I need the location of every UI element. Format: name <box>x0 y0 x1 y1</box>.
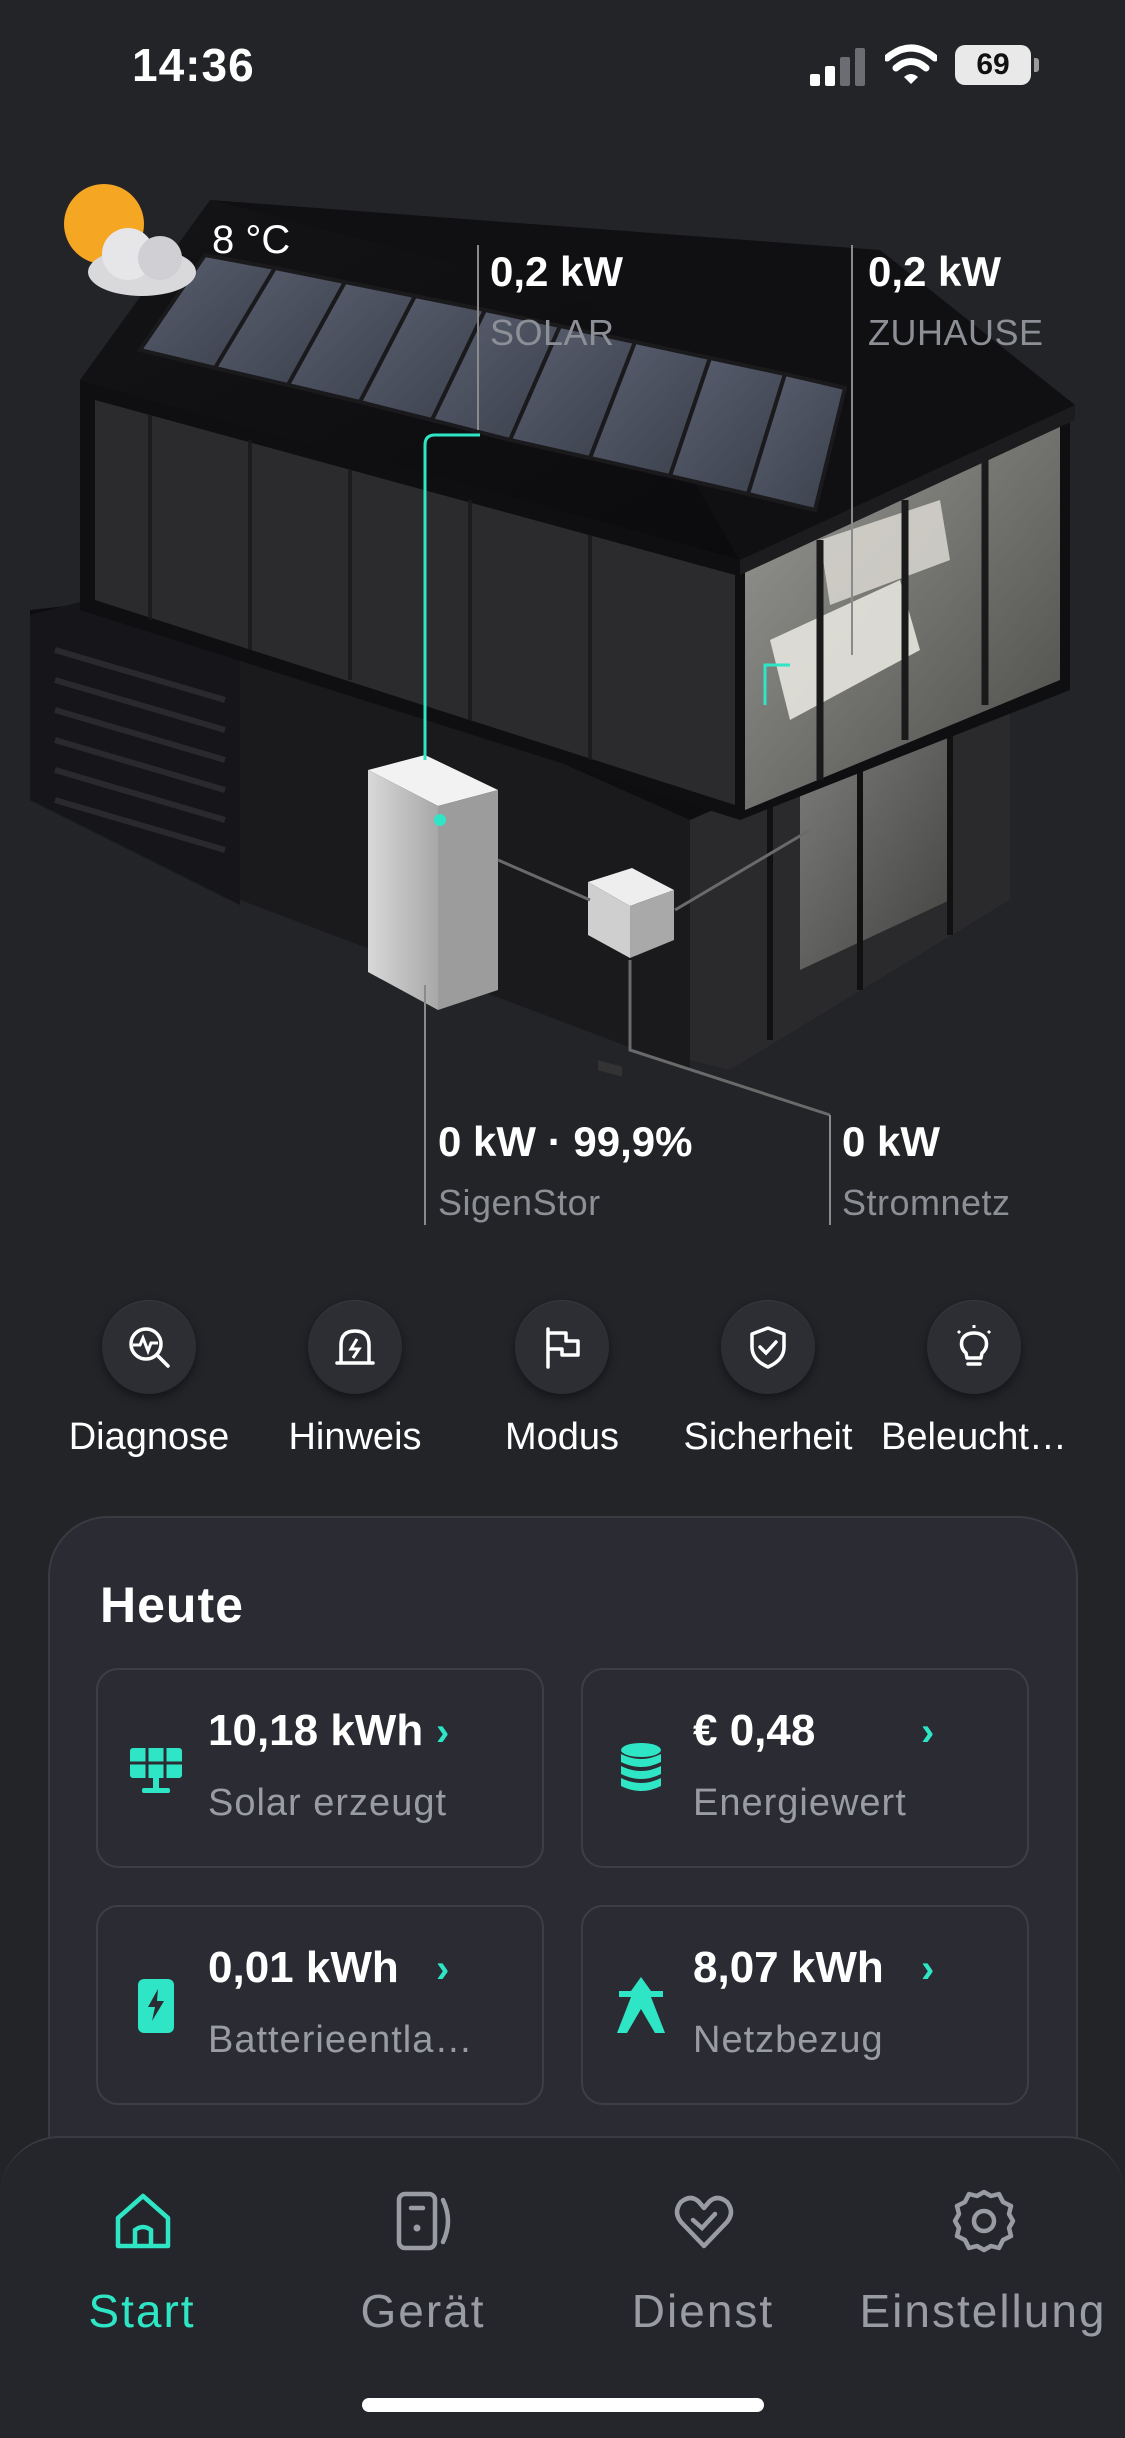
lightbulb-icon <box>956 1325 992 1366</box>
grid-power-value: 0 kW <box>842 1118 941 1165</box>
quick-action-sicherheit-circle <box>721 1300 815 1394</box>
tile-solar-label: Solar erzeugt <box>208 1782 448 1824</box>
tile-energy-value[interactable]: € 0,48 › Energiewert <box>581 1668 1029 1868</box>
tile-battery-value: 0,01 kWh <box>208 1943 399 1992</box>
tile-solar-chevron-icon: › <box>436 1710 450 1754</box>
diagnose-icon <box>129 1327 170 1368</box>
coin-stack-icon <box>621 1743 661 1791</box>
service-heart-icon <box>674 2195 734 2249</box>
tab-geraet[interactable]: Gerät <box>283 2186 563 2346</box>
tab-dienst-label: Dienst <box>631 2285 775 2337</box>
cellular-signal-icon <box>810 48 865 86</box>
tab-geraet-label: Gerät <box>360 2285 486 2337</box>
today-title: Heute <box>100 1577 244 1633</box>
tile-grid-value: 8,07 kWh <box>693 1943 884 1992</box>
tile-energy-value-amount: € 0,48 <box>693 1706 816 1755</box>
battery-discharge-icon <box>138 1979 174 2033</box>
tile-battery-label: Batterieentla… <box>208 2019 474 2061</box>
tab-einstellung-label: Einstellung <box>859 2285 1107 2337</box>
battery-level: 69 <box>955 45 1031 85</box>
tile-solar-generated[interactable]: 10,18 kWh › Solar erzeugt <box>96 1668 544 1868</box>
grid-tower-icon <box>617 1977 665 2033</box>
tile-energy-label: Energiewert <box>693 1782 907 1824</box>
tile-grid-label: Netzbezug <box>693 2019 884 2061</box>
device-icon <box>396 2191 451 2251</box>
quick-action-diagnose-circle <box>102 1300 196 1394</box>
quick-action-sicherheit[interactable]: Sicherheit <box>673 1300 863 1470</box>
shield-check-icon <box>750 1326 786 1369</box>
grid-label: Stromnetz <box>842 1182 1011 1223</box>
status-time: 14:36 <box>132 39 255 91</box>
tile-energy-chevron-icon: › <box>921 1710 935 1754</box>
quick-action-diagnose[interactable]: Diagnose <box>54 1300 244 1470</box>
quick-action-diagnose-label: Diagnose <box>68 1416 230 1458</box>
temperature: 8 °C <box>212 218 291 262</box>
tab-dienst[interactable]: Dienst <box>563 2186 843 2346</box>
tile-solar-value: 10,18 kWh <box>208 1706 424 1755</box>
solar-label: SOLAR <box>490 312 615 353</box>
alert-icon <box>335 1329 375 1365</box>
quick-action-hinweis-label: Hinweis <box>288 1416 422 1458</box>
tile-grid-import[interactable]: 8,07 kWh › Netzbezug <box>581 1905 1029 2105</box>
tab-start[interactable]: Start <box>2 2186 282 2346</box>
home-icon <box>115 2193 171 2249</box>
battery-indicator: 69 <box>955 45 1041 85</box>
quick-action-modus-label: Modus <box>504 1416 620 1458</box>
solar-panel-icon <box>130 1748 182 1793</box>
gear-icon <box>952 2189 1016 2253</box>
tab-start-label: Start <box>88 2285 196 2337</box>
home-indicator <box>362 2398 764 2412</box>
home-power-value: 0,2 kW <box>868 248 1002 295</box>
tile-battery-discharge[interactable]: 0,01 kWh › Batterieentla… <box>96 1905 544 2105</box>
solar-power-value: 0,2 kW <box>490 248 624 295</box>
tile-grid-chevron-icon: › <box>921 1947 935 1991</box>
quick-action-sicherheit-label: Sicherheit <box>683 1416 853 1458</box>
quick-action-beleuchtung-label: Beleucht… <box>881 1416 1067 1458</box>
flag-icon <box>546 1327 580 1369</box>
quick-action-beleuchtung[interactable]: Beleucht… <box>879 1300 1069 1470</box>
quick-action-modus-circle <box>515 1300 609 1394</box>
home-label: ZUHAUSE <box>868 312 1044 353</box>
quick-action-hinweis-circle <box>308 1300 402 1394</box>
tile-battery-chevron-icon: › <box>436 1947 450 1991</box>
quick-action-beleuchtung-circle <box>927 1300 1021 1394</box>
storage-label: SigenStor <box>438 1182 601 1223</box>
partly-cloudy-icon <box>64 184 196 296</box>
tab-einstellung[interactable]: Einstellung <box>843 2186 1123 2346</box>
quick-action-hinweis[interactable]: Hinweis <box>260 1300 450 1470</box>
storage-power-value: 0 kW · 99,9% <box>438 1118 693 1165</box>
quick-action-modus[interactable]: Modus <box>467 1300 657 1470</box>
battery-nub <box>1034 58 1039 72</box>
wifi-icon <box>885 44 937 84</box>
